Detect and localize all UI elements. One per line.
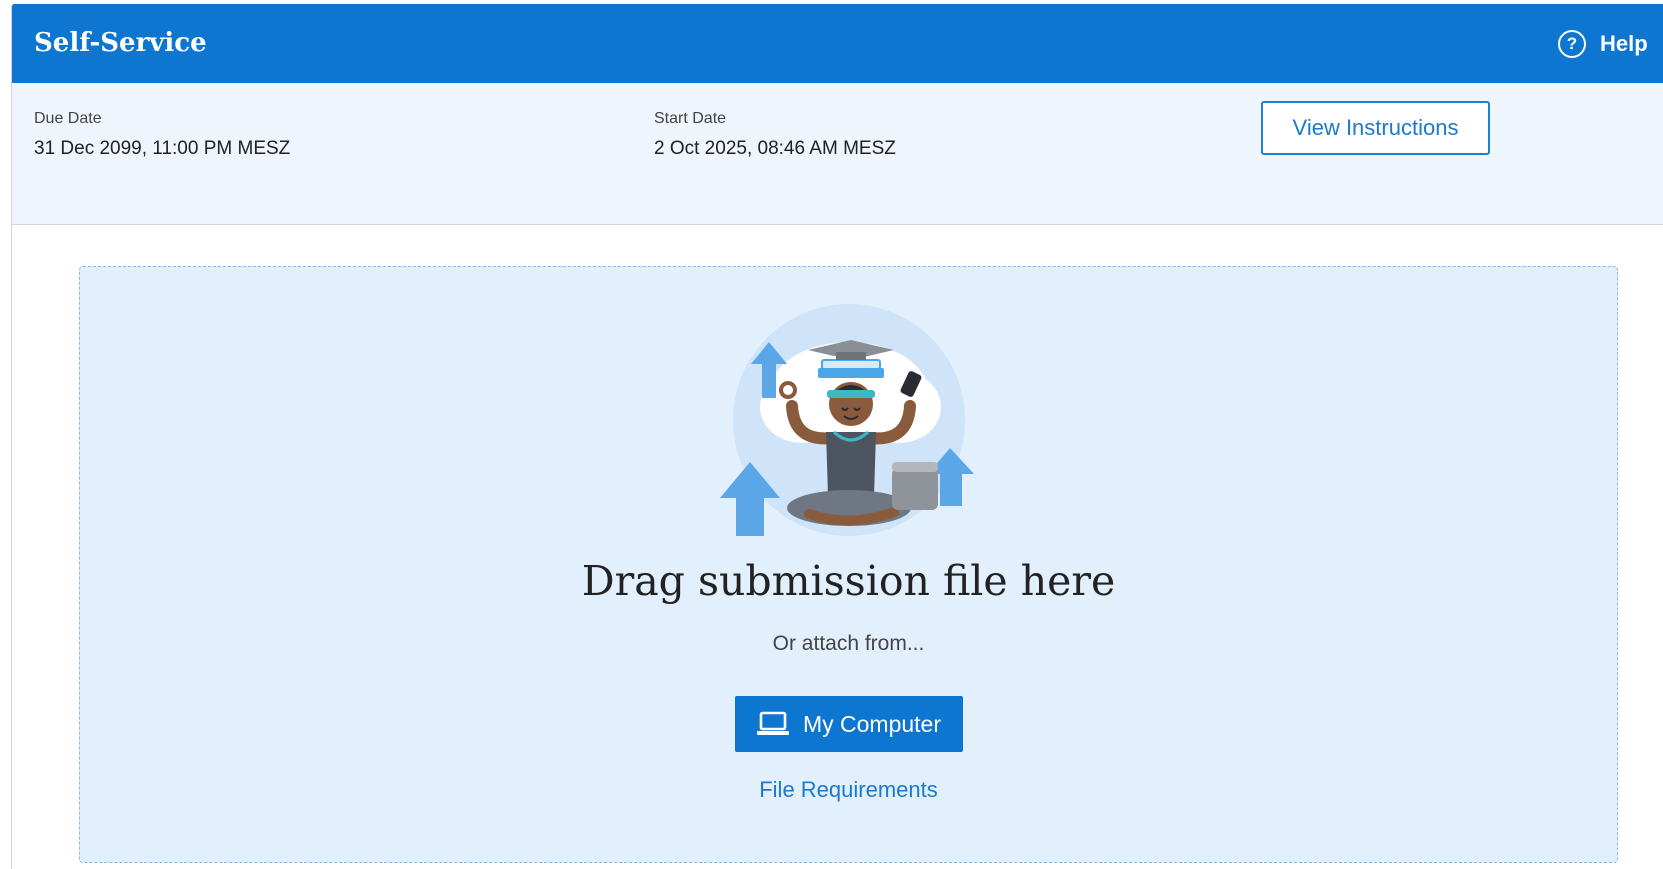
due-date-label: Due Date: [34, 110, 102, 127]
start-date-label: Start Date: [654, 110, 727, 127]
file-requirements-link[interactable]: File Requirements: [759, 777, 938, 802]
due-date-value: 31 Dec 2099, 11:00 PM MESZ: [34, 138, 291, 159]
upload-illustration-icon: [720, 304, 974, 536]
file-drop-zone[interactable]: Drag submission file here Or attach from…: [79, 266, 1618, 863]
question-circle-icon: ?: [1558, 29, 1586, 58]
top-bar: Self-Service ? Help: [12, 4, 1663, 83]
start-date-field: Start Date 2 Oct 2025, 08:46 AM MESZ: [654, 110, 896, 160]
app-title: Self-Service: [34, 28, 207, 58]
file-requirements-row: File Requirements: [80, 777, 1617, 803]
my-computer-label: My Computer: [802, 710, 942, 737]
laptop-icon: [756, 711, 789, 735]
help-button[interactable]: ? Help: [1548, 4, 1663, 83]
my-computer-button[interactable]: My Computer: [735, 696, 963, 752]
start-date-value: 2 Oct 2025, 08:46 AM MESZ: [654, 138, 896, 159]
drop-zone-title: Drag submission file here: [581, 557, 1116, 605]
view-instructions-button[interactable]: View Instructions: [1261, 101, 1490, 155]
due-date-field: Due Date 31 Dec 2099, 11:00 PM MESZ: [34, 110, 290, 160]
attach-from-text: Or attach from...: [772, 632, 925, 655]
help-label: Help: [1600, 30, 1648, 56]
